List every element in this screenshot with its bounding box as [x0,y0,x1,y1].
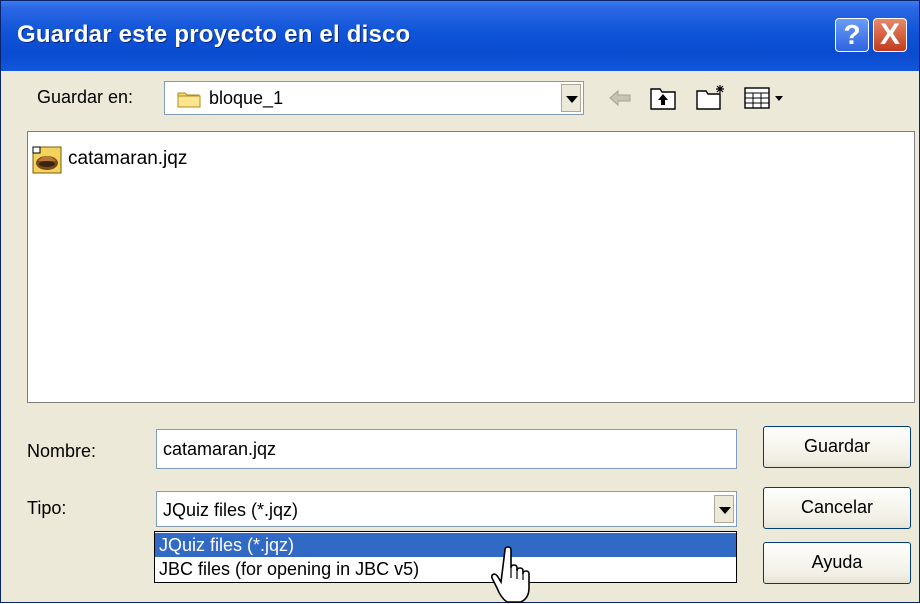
save-in-combo[interactable]: bloque_1 [164,81,584,115]
save-in-value: bloque_1 [209,88,284,108]
name-label: Nombre: [27,441,97,461]
close-button[interactable]: X [873,18,907,52]
save-dialog: Guardar este proyecto en el disco ? X Gu… [0,0,920,603]
back-icon[interactable] [607,87,633,109]
filetype-combo[interactable]: JQuiz files (*.jqz) [156,491,737,527]
help-button[interactable]: Ayuda [763,542,911,584]
filetype-dropdown-list[interactable]: JQuiz files (*.jqz) JBC files (for openi… [154,531,737,583]
cancel-button[interactable]: Cancelar [763,487,911,529]
filename-input[interactable]: catamaran.jqz [156,429,737,469]
folder-icon [177,92,201,108]
help-title-button[interactable]: ? [835,18,869,52]
save-in-dropdown-arrow[interactable] [561,84,581,112]
save-in-label: Guardar en: [37,87,134,107]
view-menu-icon[interactable] [743,85,791,111]
hand-cursor-icon [491,546,530,603]
filetype-dropdown-arrow[interactable] [714,495,734,523]
filetype-option-jquiz[interactable]: JQuiz files (*.jqz) [155,533,736,557]
filetype-value: JQuiz files (*.jqz) [163,500,299,520]
jquiz-file-icon [32,146,62,174]
title-bar[interactable]: Guardar este proyecto en el disco ? X [1,1,919,71]
file-list[interactable]: catamaran.jqz [27,131,915,403]
dialog-title: Guardar este proyecto en el disco [17,21,411,48]
new-folder-icon[interactable] [695,83,727,111]
filetype-option-jbc[interactable]: JBC files (for opening in JBC v5) [155,557,736,581]
save-button[interactable]: Guardar [763,426,911,468]
up-folder-icon[interactable] [649,85,677,111]
type-label: Tipo: [27,498,67,518]
file-name: catamaran.jqz [68,148,188,169]
filename-value: catamaran.jqz [163,439,277,459]
